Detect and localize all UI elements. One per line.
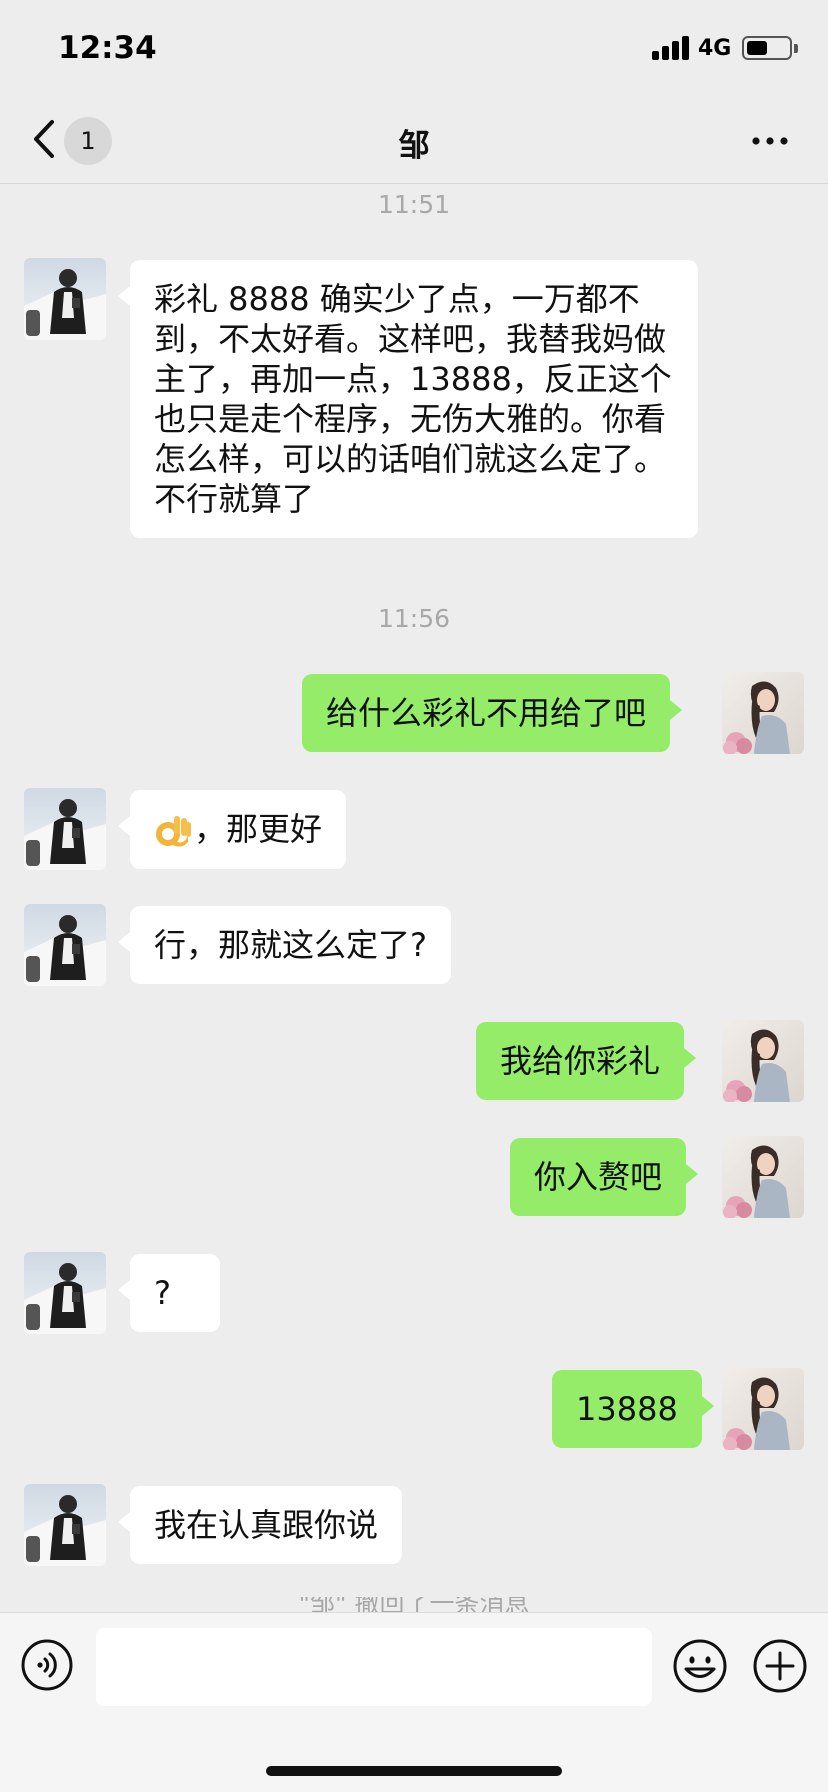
contact-avatar[interactable] (24, 1484, 106, 1566)
status-bar: 12:34 4G (0, 0, 828, 96)
my-avatar[interactable] (722, 1136, 804, 1218)
timestamp: 11:51 (377, 190, 451, 219)
message-text: ，那更好 (194, 810, 323, 848)
message-incoming[interactable]: 彩礼 8888 确实少了点，一万都不到，不太好看。这样吧，我替我妈做主了，再加一… (118, 260, 698, 538)
signal-icon (652, 34, 692, 60)
contact-avatar[interactable] (24, 788, 106, 870)
timestamp: 11:56 (377, 604, 451, 633)
back-icon[interactable] (26, 116, 62, 162)
message-incoming[interactable]: ，那更好 (117, 790, 347, 869)
message-incoming[interactable]: 行，那就这么定了? (118, 906, 451, 984)
chat-title: 邹 (398, 128, 430, 164)
voice-icon[interactable] (20, 1638, 74, 1692)
home-indicator[interactable] (266, 1766, 562, 1776)
smiley-icon[interactable] (672, 1638, 728, 1694)
contact-avatar[interactable] (24, 904, 106, 986)
ok-hand-icon (156, 816, 191, 847)
message-outgoing[interactable]: 给什么彩礼不用给了吧 (302, 674, 683, 752)
message-input[interactable] (96, 1628, 652, 1706)
unread-count-badge[interactable]: 1 (64, 117, 112, 165)
message-incoming[interactable]: ? (118, 1254, 220, 1332)
message-outgoing[interactable]: 我给你彩礼 (476, 1022, 697, 1100)
plus-icon[interactable] (752, 1638, 808, 1694)
my-avatar[interactable] (722, 1020, 804, 1102)
message-outgoing[interactable]: 你入赘吧 (510, 1138, 699, 1216)
recall-notice: "邹" 撤回了一条消息 (298, 1597, 530, 1613)
contact-avatar[interactable] (24, 1252, 106, 1334)
contact-avatar[interactable] (24, 258, 106, 340)
my-avatar[interactable] (722, 672, 804, 754)
my-avatar[interactable] (722, 1368, 804, 1450)
battery-icon (742, 36, 792, 60)
battery-tip (794, 44, 798, 53)
status-time: 12:34 (58, 30, 157, 66)
message-outgoing[interactable]: 13888 (552, 1370, 714, 1448)
network-type: 4G (698, 36, 732, 61)
message-incoming[interactable]: 我在认真跟你说 (117, 1486, 403, 1564)
more-options-icon[interactable] (748, 126, 792, 156)
